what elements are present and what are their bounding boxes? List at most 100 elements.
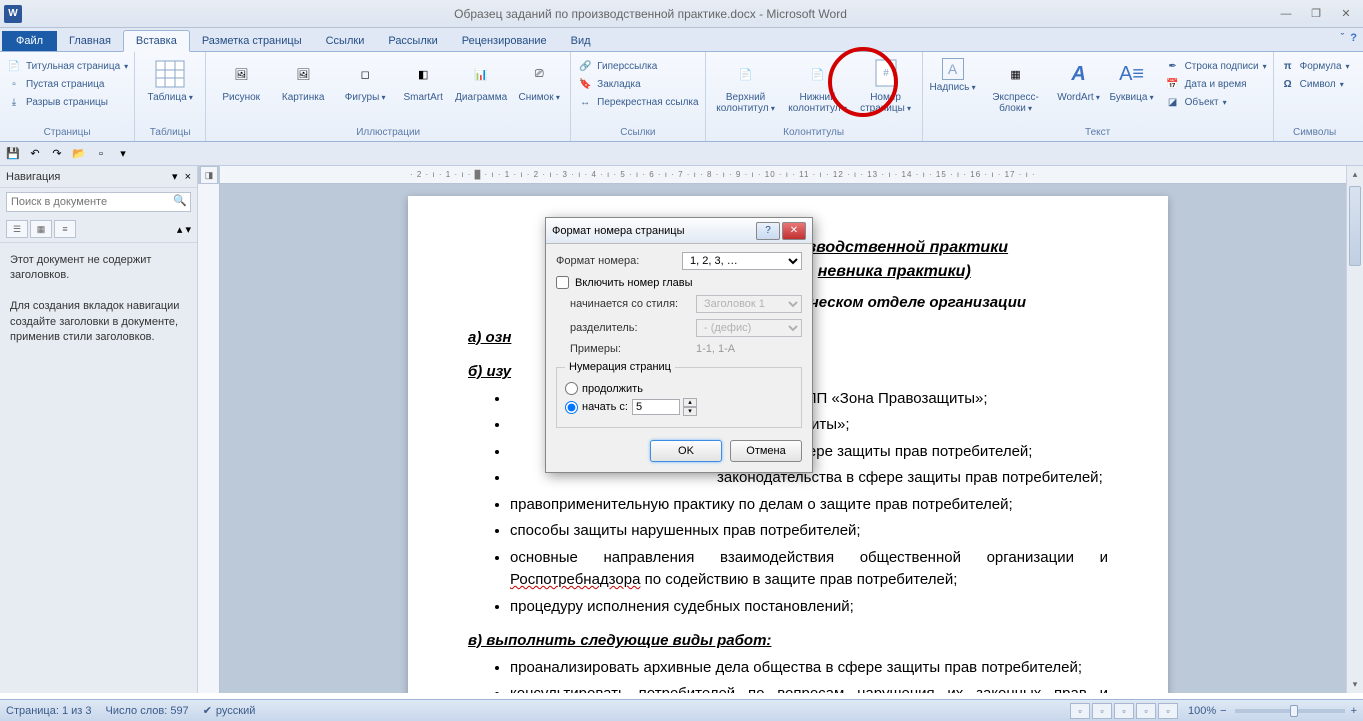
wordart-icon: A (1063, 58, 1095, 90)
open-icon[interactable]: 📂 (70, 145, 88, 163)
zoom-level[interactable]: 100% (1188, 705, 1216, 717)
tab-review[interactable]: Рецензирование (450, 31, 559, 51)
group-symbols-label: Символы (1280, 125, 1350, 141)
symbol-button[interactable]: ΩСимвол (1280, 76, 1350, 92)
wordart-button[interactable]: AWordArt (1055, 54, 1103, 103)
examples-value: 1-1, 1-A (696, 343, 735, 355)
nav-close-icon[interactable]: × (185, 171, 191, 183)
scroll-down-icon[interactable]: ▾ (1347, 676, 1363, 693)
search-icon[interactable]: 🔍 (173, 194, 187, 207)
crossref-button[interactable]: ↔Перекрестная ссылка (577, 94, 698, 110)
vertical-ruler[interactable] (198, 184, 220, 693)
tab-mailings[interactable]: Рассылки (376, 31, 449, 51)
nav-view-headings[interactable]: ☰ (6, 220, 28, 238)
redo-icon[interactable]: ↷ (48, 145, 66, 163)
format-label: Формат номера: (556, 255, 676, 267)
restore-button[interactable]: ❐ (1303, 5, 1329, 23)
object-button[interactable]: ◪Объект (1165, 94, 1267, 110)
vertical-scrollbar[interactable]: ▴ ▾ (1346, 166, 1363, 693)
equation-button[interactable]: πФормула (1280, 58, 1350, 74)
bookmark-button[interactable]: 🔖Закладка (577, 76, 698, 92)
ruler-toggle[interactable]: ◨ (200, 166, 218, 184)
svg-text:#: # (883, 68, 889, 79)
dropcap-button[interactable]: A≡Буквица (1107, 54, 1157, 103)
nav-empty-message: Этот документ не содержит заголовков. Дл… (0, 243, 197, 355)
tab-page-layout[interactable]: Разметка страницы (190, 31, 314, 51)
dropcap-icon: A≡ (1116, 58, 1148, 90)
cover-page-button[interactable]: 📄Титульная страница (6, 58, 128, 74)
quickparts-button[interactable]: ▦Экспресс-блоки (981, 54, 1051, 114)
picture-button[interactable]: 🖼Рисунок (212, 54, 270, 103)
minimize-button[interactable]: ― (1273, 5, 1299, 23)
footer-icon: 📄 (802, 58, 834, 90)
crossref-icon: ↔ (577, 94, 593, 110)
ribbon-minimize-icon[interactable]: ˇ (1341, 32, 1345, 44)
page-number-button[interactable]: #Номер страницы (856, 54, 916, 114)
format-select[interactable]: 1, 2, 3, … (682, 252, 802, 270)
page-break-icon: ⤓ (6, 94, 22, 110)
view-print-layout[interactable]: ▫ (1070, 703, 1090, 719)
nav-next-icon[interactable]: ▾ (185, 224, 191, 236)
file-tab[interactable]: Файл (2, 31, 57, 51)
start-at-radio[interactable] (565, 401, 578, 414)
search-input[interactable] (6, 192, 191, 212)
textbox-icon: A (942, 58, 964, 80)
quick-access-toolbar: 💾 ↶ ↷ 📂 ▫ ▾ (0, 142, 1363, 166)
view-outline[interactable]: ▫ (1136, 703, 1156, 719)
tab-insert[interactable]: Вставка (123, 30, 190, 52)
page-break-button[interactable]: ⤓Разрыв страницы (6, 94, 128, 110)
datetime-button[interactable]: 📅Дата и время (1165, 76, 1267, 92)
zoom-out-button[interactable]: − (1220, 705, 1226, 717)
footer-button[interactable]: 📄Нижний колонтитул (784, 54, 852, 114)
header-button[interactable]: 📄Верхний колонтитул (712, 54, 780, 114)
scroll-up-icon[interactable]: ▴ (1347, 166, 1363, 183)
nav-view-pages[interactable]: ▦ (30, 220, 52, 238)
ok-button[interactable]: OK (650, 440, 722, 462)
dialog-help-button[interactable]: ? (756, 222, 780, 240)
status-page[interactable]: Страница: 1 из 3 (6, 705, 92, 717)
screenshot-button[interactable]: ⎚Снимок (514, 54, 564, 103)
spin-down[interactable]: ▾ (683, 407, 697, 416)
chart-button[interactable]: 📊Диаграмма (452, 54, 510, 103)
blank-page-button[interactable]: ▫Пустая страница (6, 76, 128, 92)
close-window-button[interactable]: ✕ (1333, 5, 1359, 23)
tab-home[interactable]: Главная (57, 31, 123, 51)
start-at-input[interactable] (632, 399, 680, 415)
new-icon[interactable]: ▫ (92, 145, 110, 163)
smartart-button[interactable]: ◧SmartArt (398, 54, 448, 103)
tab-references[interactable]: Ссылки (314, 31, 377, 51)
undo-icon[interactable]: ↶ (26, 145, 44, 163)
hyperlink-icon: 🔗 (577, 58, 593, 74)
help-icon[interactable]: ? (1350, 32, 1357, 44)
textbox-button[interactable]: AНадпись (929, 54, 977, 93)
table-button[interactable]: Таблица (141, 54, 199, 103)
view-full-read[interactable]: ▫ (1092, 703, 1112, 719)
include-chapter-checkbox[interactable] (556, 276, 569, 289)
signature-line-button[interactable]: ✒Строка подписи (1165, 58, 1267, 74)
status-words[interactable]: Число слов: 597 (106, 705, 189, 717)
spin-up[interactable]: ▴ (683, 398, 697, 407)
status-bar: Страница: 1 из 3 Число слов: 597 ✔русски… (0, 699, 1363, 721)
tab-view[interactable]: Вид (559, 31, 603, 51)
horizontal-ruler[interactable]: · 2 · ı · 1 · ı · █ · ı · 1 · ı · 2 · ı … (220, 166, 1363, 184)
zoom-slider[interactable] (1235, 709, 1345, 713)
zoom-in-button[interactable]: + (1351, 705, 1357, 717)
shapes-button[interactable]: ◻Фигуры (336, 54, 394, 103)
clipart-button[interactable]: 🖼Картинка (274, 54, 332, 103)
nav-dropdown-icon[interactable]: ▾ (172, 171, 178, 183)
view-web[interactable]: ▫ (1114, 703, 1134, 719)
qat-customize-icon[interactable]: ▾ (114, 145, 132, 163)
scroll-thumb[interactable] (1349, 186, 1361, 266)
continue-radio[interactable] (565, 382, 578, 395)
hyperlink-button[interactable]: 🔗Гиперссылка (577, 58, 698, 74)
nav-view-results[interactable]: ≡ (54, 220, 76, 238)
status-language[interactable]: ✔русский (203, 704, 256, 717)
group-links-label: Ссылки (577, 125, 698, 141)
view-draft[interactable]: ▫ (1158, 703, 1178, 719)
cancel-button[interactable]: Отмена (730, 440, 802, 462)
nav-prev-icon[interactable]: ▴ (177, 224, 183, 236)
separator-label: разделитель: (570, 322, 690, 334)
save-icon[interactable]: 💾 (4, 145, 22, 163)
separator-select: - (дефис) (696, 319, 802, 337)
dialog-close-button[interactable]: ✕ (782, 222, 806, 240)
